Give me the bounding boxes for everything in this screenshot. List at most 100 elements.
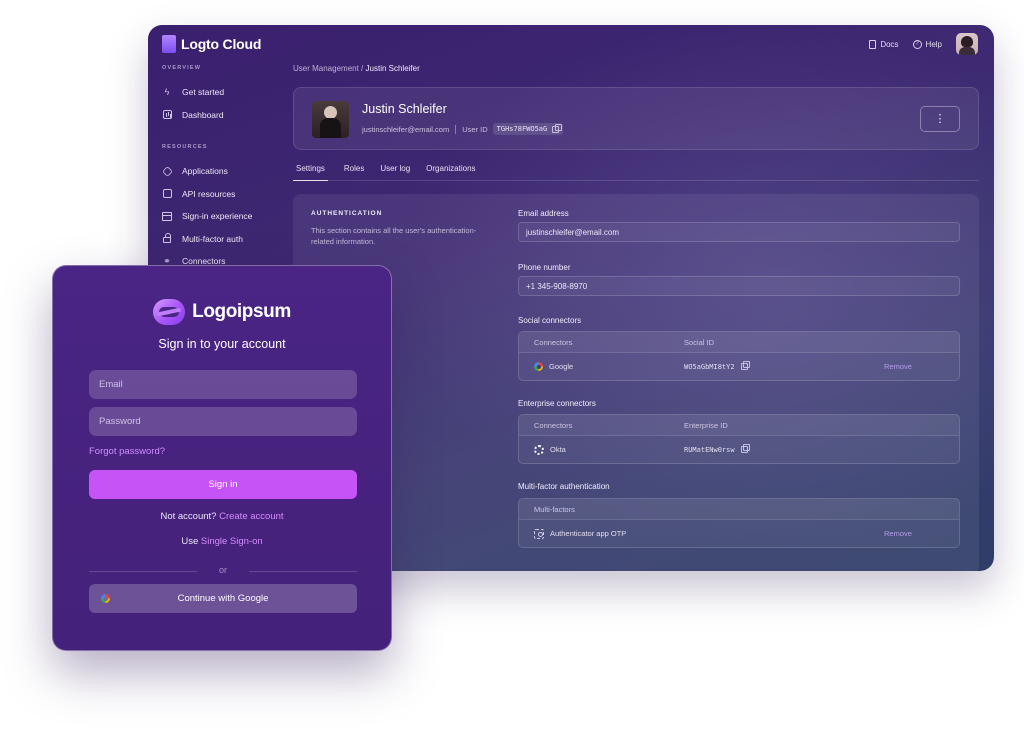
- sidebar-item-label: Multi-factor auth: [182, 233, 243, 244]
- sidebar-item-label: Dashboard: [182, 109, 224, 120]
- social-id: WO5aGbMI8tY2: [684, 362, 735, 371]
- social-id-cell: WO5aGbMI8tY2: [684, 353, 751, 380]
- sidebar-item-multi-factor-auth[interactable]: Multi-factor auth: [162, 228, 282, 251]
- sidebar-item-get-started[interactable]: ϟ Get started: [162, 81, 282, 104]
- connector-cell: Google: [534, 353, 573, 380]
- lock-icon: [162, 233, 172, 244]
- column-header: Multi-factors: [534, 504, 575, 514]
- docs-label: Docs: [880, 39, 899, 49]
- forgot-password-link[interactable]: Forgot password?: [89, 446, 165, 457]
- help-icon: ?: [912, 39, 922, 49]
- table-row: Okta RUMatENw0rsw: [519, 436, 959, 463]
- enterprise-connectors-table: Connectors Enterprise ID Okta RUMatENw0r…: [518, 414, 960, 464]
- user-meta: justinschleifer@email.com User ID TGHs78…: [362, 123, 564, 135]
- email-field[interactable]: justinschleifer@email.com: [518, 222, 960, 242]
- sidebar-item-applications[interactable]: Applications: [161, 160, 282, 183]
- connector-name: Google: [549, 362, 574, 371]
- user-name: Justin Schleifer: [362, 102, 447, 116]
- sign-in-button[interactable]: Sign in: [89, 470, 357, 499]
- avatar[interactable]: [956, 33, 978, 55]
- tab-user-log[interactable]: User log: [380, 164, 410, 181]
- chart-icon: [162, 110, 172, 120]
- breadcrumb-current: Justin Schleifer: [365, 64, 420, 73]
- column-header: Connectors: [534, 337, 573, 347]
- sidebar-item-dashboard[interactable]: Dashboard: [162, 104, 282, 127]
- table-header: Connectors Enterprise ID: [519, 415, 959, 436]
- email-input[interactable]: Email: [89, 370, 357, 399]
- column-header: Connectors: [534, 420, 573, 430]
- single-sign-on-link[interactable]: Single Sign-on: [201, 536, 263, 547]
- google-button-label: Continue with Google: [177, 593, 269, 604]
- copy-icon[interactable]: [740, 361, 751, 370]
- breadcrumb: User Management / Justin Schleifer: [293, 64, 420, 73]
- enterprise-connectors-label: Enterprise connectors: [518, 399, 596, 408]
- copy-icon[interactable]: [740, 444, 751, 453]
- brand-name: Logto Cloud: [181, 36, 262, 52]
- enterprise-id-cell: RUMatENw0rsw: [684, 436, 751, 463]
- logo-text: Logoipsum: [192, 301, 291, 322]
- api-icon: [162, 189, 172, 199]
- or-text: or: [218, 565, 227, 575]
- cube-icon: [161, 165, 173, 177]
- user-id-value: TGHs78FWO5aG: [496, 125, 548, 133]
- user-header-card: Justin Schleifer justinschleifer@email.c…: [293, 87, 979, 150]
- sidebar-item-api-resources[interactable]: API resources: [162, 183, 282, 206]
- sidebar-section-resources: RESOURCES: [162, 144, 208, 150]
- mfa-table: Multi-factors Authenticator app OTP Remo…: [518, 498, 960, 548]
- phone-field[interactable]: +1 345-908-8970: [518, 276, 960, 296]
- more-vertical-icon: ⋮: [934, 112, 946, 125]
- phone-label: Phone number: [518, 263, 571, 272]
- sidebar: OVERVIEW ϟ Get started Dashboard RESOURC…: [161, 65, 282, 273]
- brand[interactable]: Logto Cloud: [162, 35, 261, 53]
- create-account-link[interactable]: Create account: [219, 511, 283, 522]
- column-header: Enterprise ID: [684, 420, 728, 430]
- mfa-label: Multi-factor authentication: [518, 482, 610, 491]
- user-photo: [312, 101, 349, 138]
- sidebar-item-label: API resources: [182, 188, 236, 199]
- more-options-button[interactable]: ⋮: [920, 106, 960, 132]
- mfa-name: Authenticator app OTP: [550, 529, 627, 538]
- table-header: Multi-factors: [519, 499, 959, 520]
- logoipsum-logo-icon: [153, 299, 186, 325]
- sidebar-item-label: Sign-in experience: [182, 211, 253, 222]
- user-id-chip[interactable]: TGHs78FWO5aG: [492, 123, 564, 135]
- help-label: Help: [925, 39, 942, 49]
- email-label: Email address: [518, 209, 569, 218]
- or-divider: or: [89, 565, 357, 576]
- sidebar-item-label: Applications: [182, 166, 228, 177]
- remove-mfa-button[interactable]: Remove: [884, 520, 912, 547]
- enterprise-id: RUMatENw0rsw: [684, 445, 735, 454]
- google-icon: [101, 594, 110, 603]
- continue-with-google-button[interactable]: Continue with Google: [89, 584, 357, 613]
- window-icon: [162, 211, 172, 221]
- section-title: AUTHENTICATION: [311, 210, 383, 217]
- breadcrumb-parent[interactable]: User Management: [293, 64, 359, 73]
- table-row: Google WO5aGbMI8tY2 Remove: [519, 353, 959, 380]
- table-header: Connectors Social ID: [519, 332, 959, 353]
- social-connectors-label: Social connectors: [518, 316, 582, 325]
- tab-organizations[interactable]: Organizations: [426, 164, 475, 181]
- help-link[interactable]: ? Help: [912, 39, 942, 49]
- table-row: Authenticator app OTP Remove: [519, 520, 959, 547]
- tab-settings[interactable]: Settings: [293, 164, 328, 181]
- create-account-line: Not account? Create account: [53, 511, 391, 522]
- copy-icon[interactable]: [552, 123, 562, 133]
- tab-roles[interactable]: Roles: [344, 164, 364, 181]
- use-text: Use: [181, 536, 199, 547]
- docs-link[interactable]: Docs: [869, 39, 899, 49]
- sidebar-section-overview: OVERVIEW: [162, 65, 202, 71]
- password-input[interactable]: Password: [89, 407, 357, 436]
- google-icon: [534, 362, 543, 371]
- sso-line: Use Single Sign-on: [53, 536, 391, 547]
- authentication-panel: AUTHENTICATION This section contains all…: [293, 194, 979, 571]
- okta-icon: [534, 444, 544, 455]
- column-header: Social ID: [684, 337, 715, 347]
- no-account-text: Not account?: [160, 511, 217, 522]
- mfa-cell: Authenticator app OTP: [534, 520, 626, 547]
- meta-divider: [455, 124, 457, 134]
- sidebar-item-sign-in-experience[interactable]: Sign-in experience: [162, 205, 282, 228]
- section-description: This section contains all the user's aut…: [311, 226, 477, 246]
- sign-in-card: Logoipsum Sign in to your account Email …: [52, 265, 392, 651]
- social-connectors-table: Connectors Social ID Google WO5aGbMI8tY2…: [518, 331, 960, 381]
- remove-social-button[interactable]: Remove: [884, 353, 912, 380]
